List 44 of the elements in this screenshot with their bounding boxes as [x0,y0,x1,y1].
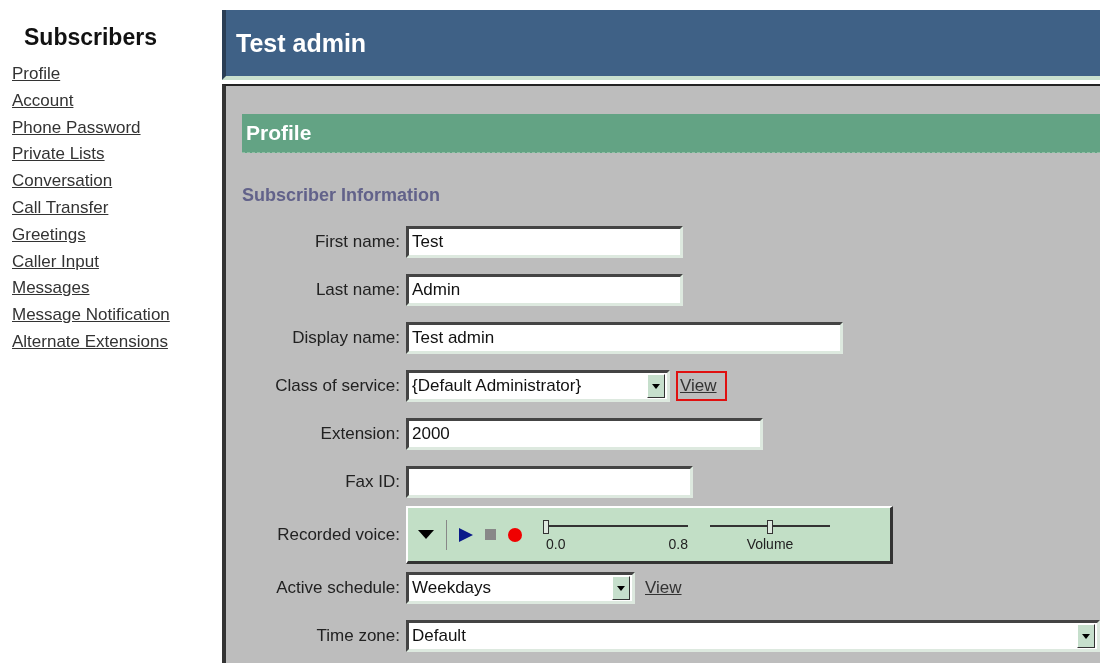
field-label: Extension: [320,424,400,444]
start-time: 0.0 [546,535,566,552]
field-label: Active schedule: [276,578,400,598]
slider[interactable] [546,517,688,534]
section-title: Profile [246,121,312,145]
text-field[interactable]: Test admin [406,322,843,354]
sidebar-link[interactable]: Messages [12,275,90,303]
caret-icon[interactable] [418,529,434,540]
field-label: Last name: [315,280,400,300]
slider-thumb[interactable] [767,519,773,534]
view-link[interactable]: View [641,573,692,603]
sidebar-title: Subscribers [24,24,158,51]
dropdown[interactable]: {Default Administrator} [406,370,670,402]
text-field[interactable]: Test [406,226,683,258]
dropdown[interactable]: Default [406,620,1100,652]
play-icon[interactable] [459,527,473,542]
field-label: Display name: [292,328,400,348]
field-label: Class of service: [275,376,400,396]
sidebar-link[interactable]: Profile [12,61,61,88]
sidebar-link[interactable]: Phone Password [12,114,141,142]
text-field[interactable]: 2000 [406,418,763,450]
text-field[interactable]: Admin [406,274,683,306]
end-time: 0.8 [668,535,688,552]
text-field[interactable] [406,466,693,498]
field-label: First name: [314,232,400,252]
sidebar-link[interactable]: Message Notification [12,302,170,329]
sidebar-link[interactable]: Caller Input [12,248,99,276]
slider-thumb[interactable] [543,519,549,534]
volume-label: Volume [746,535,794,552]
page-title: Test admin [236,28,367,58]
sidebar-link[interactable]: Alternate Extensions [12,328,168,356]
field-label: Fax ID: [345,472,400,492]
dropdown[interactable]: Weekdays [406,572,635,604]
group-heading: Subscriber Information [242,185,442,206]
field-label: Time zone: [316,626,400,646]
sidebar-link[interactable]: Account [12,87,74,115]
record-icon[interactable] [508,527,522,542]
field-label: Recorded voice: [277,525,400,545]
sidebar-link[interactable]: Conversation [12,168,113,195]
sidebar-link[interactable]: Greetings [12,221,86,249]
sidebar-link[interactable]: Private Lists [12,141,105,169]
slider[interactable] [710,517,830,534]
sidebar-link[interactable]: Call Transfer [12,195,109,222]
view-link[interactable]: View [676,371,727,401]
